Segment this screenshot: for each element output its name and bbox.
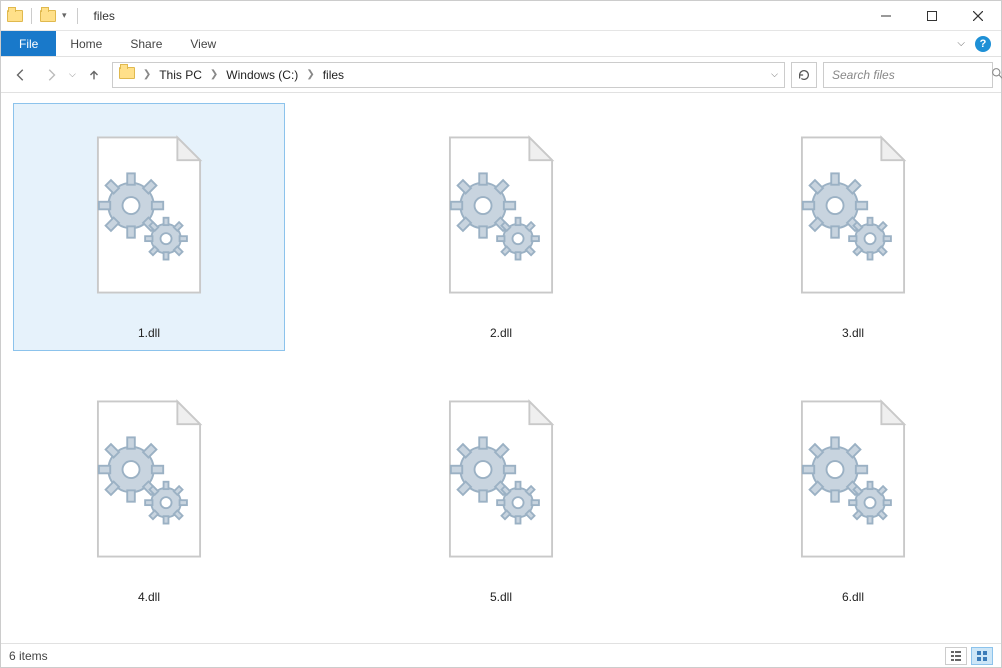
chevron-right-icon[interactable]: ❯ xyxy=(304,69,316,80)
folder-icon xyxy=(115,67,139,82)
search-icon[interactable] xyxy=(991,67,1002,83)
window-title: files xyxy=(94,9,115,23)
large-icons-view-button[interactable] xyxy=(971,647,993,665)
dll-file-icon xyxy=(773,110,933,320)
tab-home[interactable]: Home xyxy=(56,31,116,56)
address-bar[interactable]: ❯ This PC ❯ Windows (C:) ❯ files ⌵ xyxy=(112,62,785,88)
file-item[interactable]: 6.dll xyxy=(717,367,989,615)
chevron-right-icon[interactable]: ❯ xyxy=(208,69,220,80)
file-tab[interactable]: File xyxy=(1,31,56,56)
up-button[interactable] xyxy=(82,63,106,87)
item-count: 6 items xyxy=(9,649,48,663)
file-item[interactable]: 2.dll xyxy=(365,103,637,351)
title-bar: ▾ files xyxy=(1,1,1001,31)
details-view-button[interactable] xyxy=(945,647,967,665)
file-name: 5.dll xyxy=(490,590,512,604)
tab-share[interactable]: Share xyxy=(116,31,176,56)
file-list-pane[interactable]: 1.dll 2.dll 3.dll 4.dll 5.dll 6.dll xyxy=(1,93,1001,643)
address-dropdown-icon[interactable]: ⌵ xyxy=(771,69,778,80)
breadcrumb-item[interactable]: This PC xyxy=(155,63,206,87)
chevron-right-icon[interactable]: ❯ xyxy=(141,69,153,80)
dll-file-icon xyxy=(421,110,581,320)
minimize-button[interactable] xyxy=(863,1,909,31)
search-input[interactable] xyxy=(830,67,991,83)
quick-access-toolbar: ▾ files xyxy=(1,8,115,24)
breadcrumb-item[interactable]: Windows (C:) xyxy=(222,63,302,87)
dll-file-icon xyxy=(421,374,581,584)
refresh-button[interactable] xyxy=(791,62,817,88)
separator xyxy=(31,8,32,24)
close-button[interactable] xyxy=(955,1,1001,31)
window-controls xyxy=(863,1,1001,31)
forward-button[interactable] xyxy=(39,63,63,87)
maximize-button[interactable] xyxy=(909,1,955,31)
file-name: 1.dll xyxy=(138,326,160,340)
ribbon-collapse-icon[interactable]: ⌵ xyxy=(957,38,965,49)
ribbon-tabs: File Home Share View ⌵ ? xyxy=(1,31,1001,57)
search-box[interactable] xyxy=(823,62,993,88)
tab-view[interactable]: View xyxy=(176,31,230,56)
qat-dropdown-icon[interactable]: ▾ xyxy=(60,10,69,21)
file-name: 4.dll xyxy=(138,590,160,604)
file-item[interactable]: 5.dll xyxy=(365,367,637,615)
file-item[interactable]: 3.dll xyxy=(717,103,989,351)
folder-icon[interactable] xyxy=(40,10,56,22)
dll-file-icon xyxy=(773,374,933,584)
status-bar: 6 items xyxy=(1,643,1001,667)
file-name: 3.dll xyxy=(842,326,864,340)
navigation-bar: ⌵ ❯ This PC ❯ Windows (C:) ❯ files ⌵ xyxy=(1,57,1001,93)
dll-file-icon xyxy=(69,374,229,584)
recent-locations-icon[interactable]: ⌵ xyxy=(69,69,76,80)
file-item[interactable]: 1.dll xyxy=(13,103,285,351)
file-item[interactable]: 4.dll xyxy=(13,367,285,615)
dll-file-icon xyxy=(69,110,229,320)
file-name: 2.dll xyxy=(490,326,512,340)
file-name: 6.dll xyxy=(842,590,864,604)
folder-icon xyxy=(7,10,23,22)
back-button[interactable] xyxy=(9,63,33,87)
help-icon[interactable]: ? xyxy=(975,36,991,52)
breadcrumb-item[interactable]: files xyxy=(319,63,348,87)
separator xyxy=(77,8,78,24)
